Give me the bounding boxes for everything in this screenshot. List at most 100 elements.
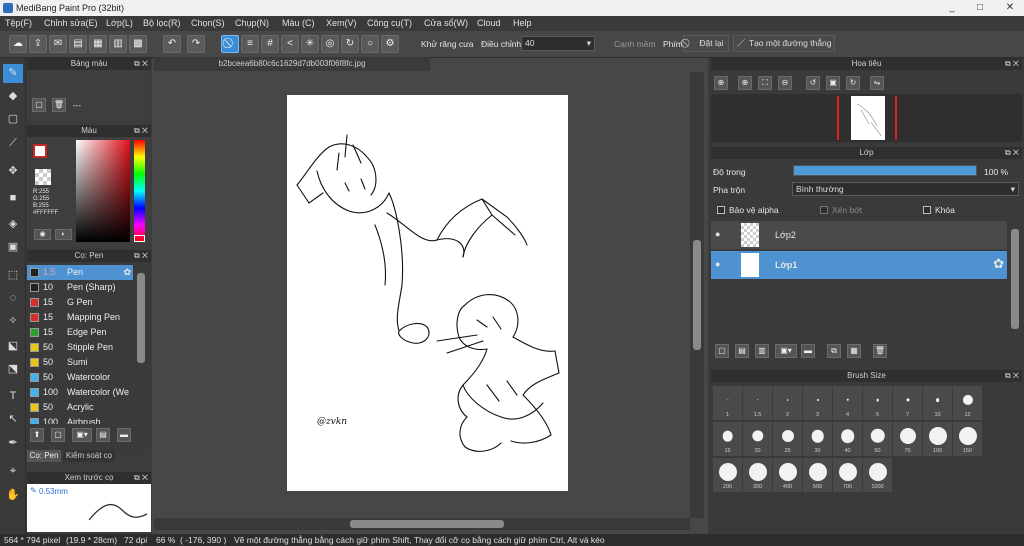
brush-size-option[interactable]: 1.5 [743,386,772,420]
duplicate-layer-icon[interactable]: ⧉ [827,344,841,358]
brush-item[interactable]: 15 Edge Pen [27,325,133,340]
reset-rotation-icon[interactable]: ▣ [826,76,840,90]
share-icon[interactable]: ⇪ [29,35,47,53]
brush-size-option[interactable]: 30 [803,422,832,456]
menu-view[interactable]: Xem(V) [326,18,357,28]
curve-snap-icon[interactable]: ↻ [341,35,359,53]
add-layer-menu-icon[interactable]: ▣▾ [775,344,797,358]
canvas-horizontal-scrollbar[interactable] [154,518,690,530]
divide-tool-icon[interactable]: ✒ [3,434,23,453]
brush-size-option[interactable]: 5 [863,386,892,420]
tab-brush-pen[interactable]: Cọ: Pen [27,450,61,462]
layer-item[interactable]: ● Lớp2 [711,221,1007,249]
minimize-button[interactable]: _ [938,0,966,16]
rotate-right-icon[interactable]: ↻ [846,76,860,90]
fill-rect-icon[interactable]: ■ [3,189,23,208]
grid-view-icon[interactable]: ▩ [129,35,147,53]
circle-snap-icon[interactable]: ○ [361,35,379,53]
color-mode-icon[interactable]: ◉ [34,229,51,240]
page-icon[interactable]: ▤ [69,35,87,53]
eye-icon[interactable]: ● [715,229,720,239]
canvas-vertical-scroll-thumb[interactable] [693,240,701,350]
brush-item[interactable]: 50 Sumi [27,355,133,370]
menu-window[interactable]: Cửa sổ(W) [424,18,468,28]
panel-close-icon[interactable]: ⧉ ✕ [1005,147,1019,159]
brush-list-scroll-thumb[interactable] [137,273,145,363]
snap-settings-icon[interactable]: ⚙ [381,35,399,53]
brush-item[interactable]: 50 Watercolor [27,370,133,385]
new-halftone-layer-icon[interactable]: ▤ [735,344,749,358]
canvas-vertical-scrollbar[interactable] [690,72,704,518]
document-tab[interactable]: b2bceea6b80c6c1629d7db003f06f8fc.jpg [154,57,430,71]
magic-wand-icon[interactable]: ✧ [3,312,23,331]
panel-close-icon[interactable]: ⧉ ✕ [1005,58,1019,70]
brush-item[interactable]: 15 G Pen [27,295,133,310]
operation-tool-icon[interactable]: ↖ [3,410,23,429]
protect-alpha-checkbox[interactable] [717,206,725,214]
brush-size-option[interactable]: 700 [833,458,862,492]
text-tool-icon[interactable]: T [3,387,23,406]
brush-size-option[interactable]: 15 [713,422,742,456]
navigator-view[interactable] [711,94,1022,142]
brush-item[interactable]: 100 Airbrush [27,415,133,424]
merge-layer-icon[interactable]: ▦ [847,344,861,358]
menu-select[interactable]: Chọn(S) [191,18,225,28]
add-palette-icon[interactable]: ▢ [32,98,46,112]
reset-button[interactable]: ⃠ Đặt lại [683,35,729,52]
layers-scroll-thumb[interactable] [1011,229,1019,329]
dotted-brush-icon[interactable]: ⟋ [3,134,23,153]
panel-close-icon[interactable]: ⧉ ✕ [1005,370,1019,382]
delete-palette-icon[interactable]: 🗑 [52,98,66,112]
snap-off-icon[interactable]: ⃠ [221,35,239,53]
delete-layer-icon[interactable]: 🗑 [873,344,887,358]
brush-size-option[interactable]: 25 [773,422,802,456]
brush-size-option[interactable]: 100 [923,422,952,456]
document-icon[interactable]: ▦ [89,35,107,53]
gradient-tool-icon[interactable]: ▣ [3,238,23,257]
canvas-paper[interactable]: @zvkn [287,95,568,491]
panel-close-icon[interactable]: ⧉ ✕ [134,125,148,137]
radial-snap-icon[interactable]: ✳ [301,35,319,53]
redo-icon[interactable]: ↷ [187,35,205,53]
panel-close-icon[interactable]: ⧉ ✕ [134,58,148,70]
layer-folder-icon[interactable]: ▬ [801,344,815,358]
brush-size-option[interactable]: 2 [773,386,802,420]
brush-item[interactable]: 1.5 Pen ✿ [27,265,133,280]
brush-size-option[interactable]: 7 [893,386,922,420]
comic-panel-icon[interactable]: ▥ [109,35,127,53]
brush-item[interactable]: 50 Stipple Pen [27,340,133,355]
brush-copy-icon[interactable]: ▤ [96,428,110,442]
close-button[interactable]: ✕ [996,0,1024,16]
brush-folder-icon[interactable]: ▬ [117,428,131,442]
straight-line-button[interactable]: ／ Tạo một đường thẳng [733,35,835,52]
new-brush-icon[interactable]: ▢ [51,428,65,442]
brush-size-option[interactable]: 50 [863,422,892,456]
canvas-horizontal-scroll-thumb[interactable] [350,520,504,528]
brush-size-option[interactable]: 300 [743,458,772,492]
zoom-out-icon[interactable]: ⊖ [778,76,792,90]
brush-size-option[interactable]: 10 [923,386,952,420]
eraser-tool-icon[interactable]: ◆ [3,87,23,106]
add-brush-icon[interactable]: ⬆ [30,428,44,442]
brush-size-option[interactable]: 12 [953,386,982,420]
rotate-left-icon[interactable]: ↺ [806,76,820,90]
foreground-color[interactable] [33,144,47,158]
menu-color[interactable]: Màu (C) [282,18,315,28]
brush-size-option[interactable]: 4 [833,386,862,420]
zoom-in-alt-icon[interactable]: ⊕ [738,76,752,90]
adjust-select[interactable]: 40 ▾ [521,36,595,51]
layer-item[interactable]: ● Lớp1 ✿ [711,251,1007,279]
menu-edit[interactable]: Chỉnh sửa(E) [44,18,98,28]
menu-capture[interactable]: Chụp(N) [235,18,269,28]
gear-icon[interactable]: ✿ [123,265,131,280]
hue-slider-handle[interactable] [134,235,145,242]
flip-horizontal-icon[interactable]: ⇋ [870,76,884,90]
brush-size-option[interactable]: 20 [743,422,772,456]
concentric-snap-icon[interactable]: ◎ [321,35,339,53]
select-pen-icon[interactable]: ⬕ [3,337,23,356]
menu-tools[interactable]: Công cụ(T) [367,18,412,28]
move-tool-icon[interactable]: ✥ [3,162,23,181]
gear-icon[interactable]: ✿ [993,256,1004,272]
eyedropper-tool-icon[interactable]: ⌖ [3,462,23,481]
transparent-swatch[interactable] [35,169,51,185]
